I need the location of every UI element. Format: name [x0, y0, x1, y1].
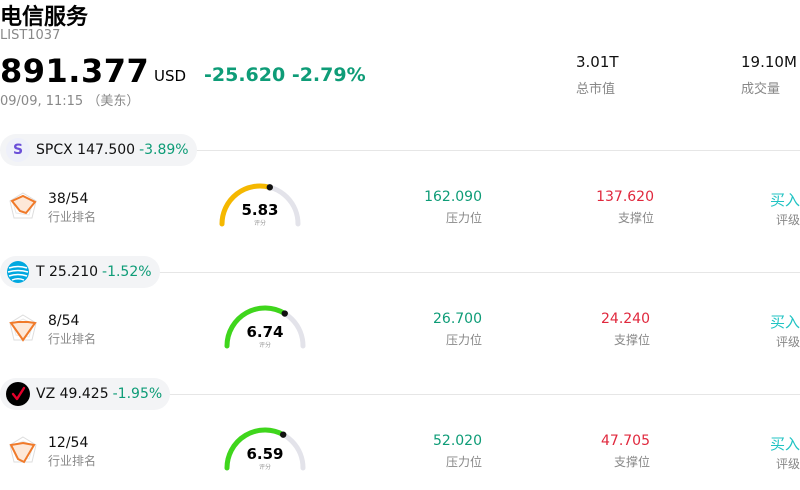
rating-label: 评级 — [775, 335, 800, 349]
market-cap-label: 总市值 — [576, 82, 616, 97]
page-title: 电信服务 — [0, 5, 89, 30]
quote-time: 09/09, 11:15 （美东） — [0, 94, 140, 109]
support-value: 47.705 — [601, 433, 650, 449]
rating-label: 评级 — [775, 213, 800, 227]
att-globe-logo-icon — [6, 260, 30, 284]
resistance-value: 162.090 — [424, 189, 482, 205]
stock-ticker: T — [36, 264, 45, 280]
stock-price: 49.425 — [59, 386, 109, 402]
score-sublabel: 评分 — [258, 342, 271, 349]
score-sublabel: 评分 — [258, 464, 271, 471]
spcx-logo-letter: S — [12, 142, 24, 158]
rating-value[interactable]: 买入 — [740, 433, 800, 454]
stock-pill-vz[interactable]: VZ 49.425 -1.95% — [0, 378, 171, 410]
stock-pill-t[interactable]: T 25.210 -1.52% — [0, 256, 160, 288]
resistance-label: 压力位 — [445, 455, 482, 469]
industry-rank-label: 行业排名 — [48, 454, 97, 468]
stock-price: 147.500 — [77, 142, 136, 158]
score-gauge-marker — [266, 184, 273, 191]
resistance-label: 压力位 — [445, 211, 482, 225]
spcx-logo-icon: S — [6, 138, 30, 162]
support-label: 支撑位 — [613, 455, 650, 469]
stock-change: -3.89% — [139, 142, 189, 158]
index-price: 891.377 — [0, 52, 150, 90]
market-cap-value: 3.01T — [576, 53, 619, 71]
score-value: 5.83 — [241, 201, 279, 219]
currency-label: USD — [154, 67, 187, 85]
industry-rank-label: 行业排名 — [48, 332, 97, 346]
industry-rank-icon — [9, 436, 37, 464]
score-gauge-marker — [281, 310, 288, 317]
industry-rank-value: 12/54 — [48, 435, 89, 451]
rating-label: 评级 — [775, 457, 800, 471]
volume-value: 19.10M — [741, 53, 797, 71]
industry-rank-icon — [9, 192, 37, 219]
support-value: 137.620 — [596, 189, 654, 205]
volume-label: 成交量 — [741, 82, 781, 97]
industry-rank-icon — [9, 314, 37, 342]
industry-rank-value: 8/54 — [48, 313, 80, 329]
support-label: 支撑位 — [617, 211, 654, 225]
support-value: 24.240 — [601, 311, 650, 327]
stock-pill-spcx[interactable]: S SPCX 147.500 -3.89% — [0, 134, 197, 166]
resistance-label: 压力位 — [445, 333, 482, 347]
industry-rank-label: 行业排名 — [48, 210, 97, 224]
stock-ticker: SPCX — [36, 142, 73, 158]
score-gauge-marker — [280, 431, 287, 438]
stock-ticker: VZ — [36, 386, 56, 402]
stock-change: -1.95% — [112, 386, 163, 402]
resistance-value: 26.700 — [433, 311, 482, 327]
industry-rank-value: 38/54 — [48, 191, 89, 207]
index-change: -25.620 -2.79% — [204, 64, 366, 86]
stock-price: 25.210 — [49, 264, 99, 280]
resistance-value: 52.020 — [433, 433, 482, 449]
support-label: 支撑位 — [613, 333, 650, 347]
score-sublabel: 评分 — [253, 220, 266, 227]
score-value: 6.74 — [246, 323, 284, 341]
verizon-check-logo-icon — [6, 382, 30, 406]
index-code: LIST1037 — [0, 28, 61, 43]
stock-change: -1.52% — [102, 264, 152, 280]
rating-value[interactable]: 买入 — [740, 311, 800, 332]
score-value: 6.59 — [246, 445, 284, 463]
rating-value[interactable]: 买入 — [740, 189, 800, 210]
